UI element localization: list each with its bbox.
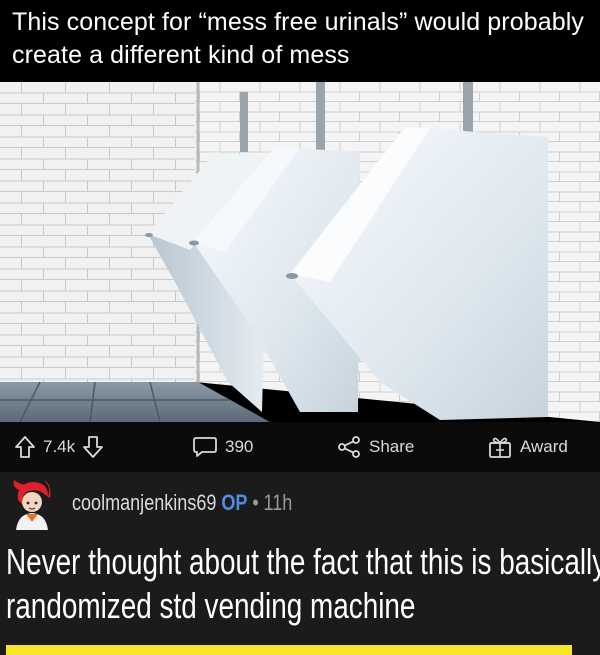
comment-bubble-icon [193, 437, 217, 457]
comment-body: Never thought about the fact that this i… [6, 540, 600, 628]
meta-separator: • [252, 490, 259, 515]
comment-author[interactable]: coolmanjenkins69 [72, 490, 216, 516]
share-label: Share [369, 437, 415, 456]
comments-button[interactable]: 390 [192, 434, 253, 460]
comment-age: 11h [263, 490, 293, 515]
comment: coolmanjenkins69 OP • 11h Never thought … [0, 472, 600, 655]
op-badge: OP [221, 490, 248, 515]
user-avatar[interactable] [8, 478, 56, 530]
vote-group: 7.4k [14, 434, 104, 460]
comment-meta: coolmanjenkins69 OP • 11h [72, 488, 292, 518]
highlight-bar [6, 645, 572, 655]
share-button[interactable]: Share [336, 434, 414, 460]
comment-count: 390 [225, 437, 254, 456]
post-image[interactable] [0, 82, 600, 422]
urinals-render-image [0, 82, 600, 422]
share-icon [338, 436, 360, 458]
award-gift-icon [489, 437, 511, 458]
post-title: This concept for “mess free urinals” wou… [12, 8, 585, 69]
award-button[interactable]: Award [487, 434, 568, 460]
downvote-arrow-icon[interactable] [82, 435, 104, 459]
comment-body-line-2: randomized std vending machine [6, 585, 416, 626]
upvote-count: 7.4k [43, 437, 76, 456]
post-action-bar: 7.4k 390 Share Award [0, 422, 600, 472]
award-label: Award [520, 437, 568, 456]
upvote-arrow-icon[interactable] [14, 435, 36, 459]
comment-body-line-1: Never thought about the fact that this i… [6, 541, 600, 582]
